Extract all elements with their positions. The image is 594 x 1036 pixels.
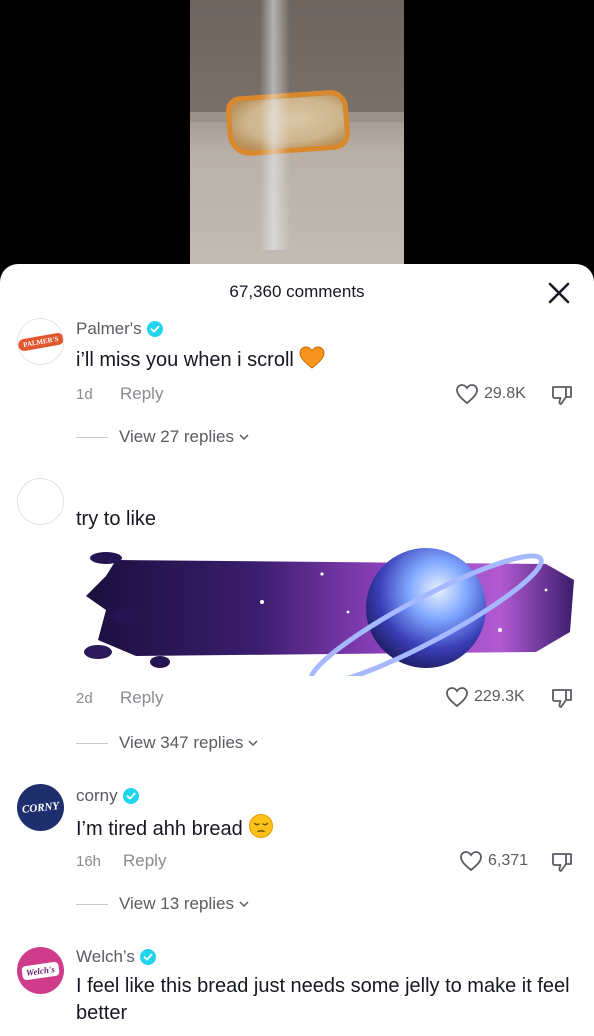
corny-logo: CORNY: [21, 799, 60, 816]
dislike-icon[interactable]: [550, 686, 574, 710]
username-text: Palmer's: [76, 319, 142, 338]
verified-badge-icon: [122, 788, 139, 804]
chevron-down-icon: [239, 901, 249, 908]
verified-badge-icon: [139, 949, 156, 965]
dislike-icon[interactable]: [550, 383, 574, 407]
comment-username[interactable]: Palmer's: [76, 319, 163, 339]
comment-text: I’m tired ahh bread: [76, 813, 576, 843]
heart-outline-icon: [460, 851, 482, 872]
comment-count: 67,360 comments: [229, 282, 365, 301]
comment-time: 2d: [76, 690, 93, 707]
reply-button[interactable]: Reply: [123, 851, 166, 871]
comments-header: 67,360 comments: [0, 264, 594, 320]
chevron-down-icon: [239, 434, 249, 441]
like-count: 29.8K: [484, 385, 526, 402]
comment-text: try to like: [76, 506, 576, 533]
avatar[interactable]: PALMER'S: [17, 318, 64, 365]
close-icon: [548, 282, 570, 304]
reply-button[interactable]: Reply: [120, 688, 163, 708]
dislike-icon[interactable]: [550, 850, 574, 874]
comment-text-content: I feel like this bread just needs some j…: [76, 975, 570, 1024]
comment-time: 16h: [76, 853, 102, 870]
comment-text-content: i’ll miss you when i scroll: [76, 349, 294, 371]
avatar[interactable]: CORNY: [17, 784, 64, 831]
replies-divider: [76, 742, 108, 744]
view-replies-button[interactable]: View 13 replies: [76, 894, 250, 914]
chevron-down-icon: [248, 740, 258, 747]
welchs-logo: Welch's: [21, 961, 60, 980]
pensive-face-icon: [249, 814, 274, 838]
heart-outline-icon: [446, 687, 468, 708]
verified-badge-icon: [146, 321, 163, 337]
username-text: Welch’s: [76, 947, 135, 966]
like-count: 6,371: [488, 852, 529, 869]
like-button[interactable]: 6,371: [459, 849, 528, 873]
comment-text-content: I’m tired ahh bread: [76, 818, 243, 840]
video-frame: [190, 0, 404, 280]
close-button[interactable]: [546, 280, 572, 306]
replies-divider: [76, 436, 108, 438]
view-replies-button[interactable]: View 347 replies: [76, 733, 259, 753]
view-replies-label: View 347 replies: [119, 733, 244, 752]
view-replies-button[interactable]: View 27 replies: [76, 427, 250, 447]
heart-outline-icon: [456, 384, 478, 405]
like-count: 229.3K: [474, 688, 525, 705]
water-stream: [260, 0, 290, 250]
comment-time: 1d: [76, 386, 93, 403]
view-replies-label: View 27 replies: [119, 427, 234, 446]
replies-divider: [76, 903, 108, 905]
comment-text: I feel like this bread just needs some j…: [76, 973, 576, 1027]
comment-username[interactable]: Welch’s: [76, 947, 156, 967]
pixel-planet-sticker: [84, 548, 574, 676]
reply-button[interactable]: Reply: [120, 384, 163, 404]
comments-sheet: 67,360 comments PALMER'S Palmer's i’ll m…: [0, 264, 594, 1036]
avatar[interactable]: [17, 478, 64, 525]
comment-text: i’ll miss you when i scroll: [76, 346, 576, 374]
video-player[interactable]: [0, 0, 594, 280]
like-button[interactable]: 29.8K: [455, 382, 526, 406]
username-text: corny: [76, 786, 118, 805]
avatar[interactable]: Welch's: [17, 947, 64, 994]
like-button[interactable]: 229.3K: [445, 685, 525, 709]
orange-heart-icon: [299, 346, 325, 369]
view-replies-label: View 13 replies: [119, 894, 234, 913]
palmers-logo: PALMER'S: [18, 331, 63, 352]
comment-text-content: try to like: [76, 508, 157, 530]
comment-username[interactable]: corny: [76, 786, 139, 806]
